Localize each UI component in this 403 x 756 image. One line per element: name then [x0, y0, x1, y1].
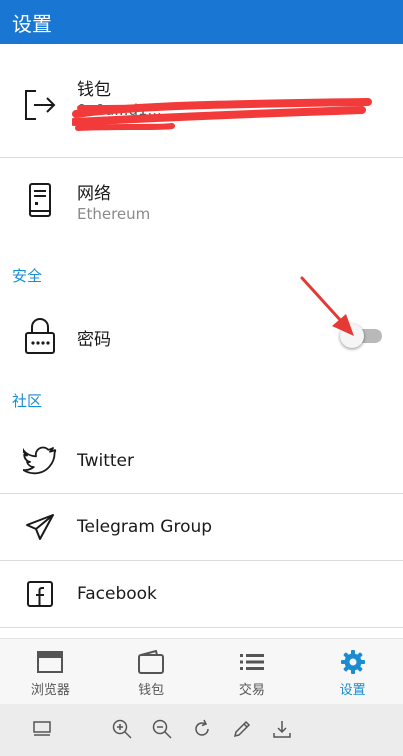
- viewer-toolbar: [0, 704, 403, 756]
- nav-label: 设置: [339, 683, 366, 698]
- divider: [0, 627, 403, 628]
- twitter-icon: [20, 441, 60, 481]
- annotation-arrow-icon: [300, 276, 354, 336]
- network-value: Ethereum: [77, 205, 151, 223]
- nav-label: 浏览器: [30, 683, 70, 698]
- pencil-icon[interactable]: [231, 718, 253, 740]
- app-bar: 设置: [0, 0, 403, 44]
- logout-icon: [20, 85, 60, 125]
- thumbnail-view-icon[interactable]: [31, 718, 53, 740]
- password-label: 密码: [77, 330, 111, 350]
- nav-item-settings[interactable]: 设置: [302, 639, 403, 704]
- community-item-facebook[interactable]: Facebook: [0, 561, 403, 627]
- section-header-security: 安全: [12, 267, 43, 285]
- nav-item-trade[interactable]: 交易: [202, 639, 303, 704]
- redaction-scribble: [72, 98, 372, 131]
- zoom-out-icon[interactable]: [151, 718, 173, 740]
- download-icon[interactable]: [271, 718, 293, 740]
- nav-label: 交易: [238, 683, 265, 698]
- rotate-icon[interactable]: [191, 718, 213, 740]
- nav-label: 钱包: [138, 683, 165, 698]
- lock-icon: [20, 316, 60, 356]
- browser-icon: [36, 649, 64, 675]
- community-item-twitter[interactable]: Twitter: [0, 428, 403, 494]
- community-item-label: Facebook: [77, 584, 157, 604]
- zoom-in-icon[interactable]: [111, 718, 133, 740]
- nav-item-wallet[interactable]: 钱包: [101, 639, 202, 704]
- wallet-icon: [137, 649, 165, 675]
- server-icon: [20, 180, 60, 220]
- network-title: 网络: [77, 184, 111, 204]
- community-item-label: Telegram Group: [77, 517, 213, 537]
- section-header-community: 社区: [12, 392, 43, 410]
- nav-item-browser[interactable]: 浏览器: [0, 639, 101, 704]
- list-icon: [238, 649, 266, 675]
- gear-icon: [339, 649, 367, 675]
- wallet-title: 钱包: [77, 80, 111, 100]
- network-row[interactable]: 网络 Ethereum: [0, 158, 403, 244]
- telegram-icon: [20, 507, 60, 547]
- community-item-telegram[interactable]: Telegram Group: [0, 494, 403, 560]
- page-title: 设置: [12, 11, 52, 36]
- bottom-nav: 浏览器 钱包 交易 设置: [0, 638, 403, 704]
- community-item-label: Twitter: [77, 451, 134, 471]
- facebook-icon: [20, 574, 60, 614]
